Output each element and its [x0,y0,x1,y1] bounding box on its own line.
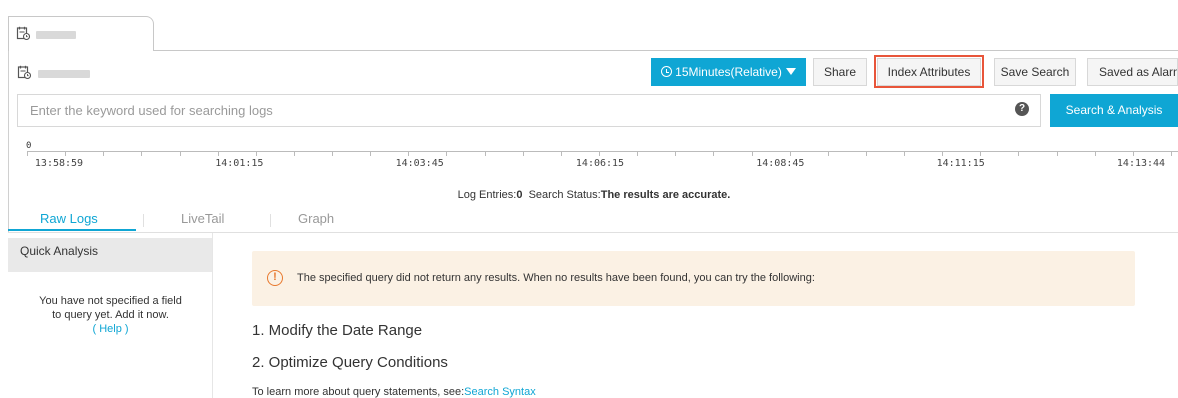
logstore-title-redacted [38,70,90,78]
search-status-value: The results are accurate. [600,189,731,201]
logstore-icon [17,65,31,79]
histogram-tick [217,151,219,156]
quick-analysis-title: Quick Analysis [8,238,213,272]
save-search-button[interactable]: Save Search [994,58,1076,86]
histogram-tick [1056,151,1058,156]
histogram-tick [980,151,982,156]
no-results-message: The specified query did not return any r… [297,272,815,284]
histogram-tick [179,151,181,156]
result-tabs: Raw Logs LiveTail Graph [8,205,1178,233]
histogram-tick [751,151,753,156]
index-attributes-button[interactable]: Index Attributes [877,58,981,86]
histogram-y-zero: 0 [26,141,32,151]
panel-divider [212,233,213,398]
logstore-icon [16,26,30,40]
histogram-x-axis [27,151,1178,152]
share-button[interactable]: Share [813,58,867,86]
tab-raw-logs[interactable]: Raw Logs [40,211,98,226]
histogram-tick [1018,151,1020,156]
histogram-tick [942,151,944,156]
help-icon[interactable]: ? [1015,102,1029,116]
histogram-tick [560,151,562,156]
warning-icon: ! [267,270,283,286]
clock-icon [661,66,673,77]
search-status-label: Search Status: [528,189,601,201]
histogram-tick [827,151,829,156]
histogram-tick [408,151,410,156]
histogram-tick-label: 14:11:15 [936,158,985,169]
learn-more-text: To learn more about query statements, se… [252,386,536,398]
quick-analysis-message-line2: to query yet. Add it now. [52,309,169,321]
quick-analysis-panel: Quick Analysis You have not specified a … [8,233,213,398]
histogram-tick [789,151,791,156]
histogram-tick-label: 14:08:45 [756,158,805,169]
caret-down-icon [785,68,796,75]
histogram-tick [65,151,67,156]
histogram-tick-label: 14:06:15 [575,158,625,169]
tab-separator [270,214,271,227]
search-syntax-link[interactable]: Search Syntax [464,386,536,398]
histogram-tick [522,151,524,156]
log-histogram[interactable]: 0 13:58:59 14:01:15 14:03:45 14:06:15 14:08:… [17,134,1178,184]
suggestion-optimize-query: 2. Optimize Query Conditions [252,354,448,371]
histogram-tick-label: 14:13:44 [1116,158,1166,169]
search-analysis-button[interactable]: Search & Analysis [1050,94,1178,127]
time-range-button[interactable]: 15Minutes(Relative) [651,58,806,86]
histogram-tick [637,151,639,156]
log-entries-label: Log Entries: [457,189,517,201]
histogram-tick [675,151,677,156]
histogram-tick [103,151,105,156]
tab-separator [143,214,144,227]
histogram-tick [865,151,867,156]
histogram-tick [1094,151,1096,156]
histogram-tick [27,151,28,156]
suggestion-modify-date-range: 1. Modify the Date Range [252,322,423,339]
help-link[interactable]: ( Help ) [8,322,213,336]
quick-analysis-message-line1: You have not specified a field [39,295,182,307]
histogram-tick-label: 14:03:45 [395,158,444,169]
logstore-name-redacted [36,31,76,39]
logstore-tab[interactable] [8,16,154,51]
histogram-tick [141,151,143,156]
histogram-tick [713,151,715,156]
histogram-tick [599,151,600,156]
tab-livetail[interactable]: LiveTail [181,211,224,226]
histogram-tick [293,151,295,156]
saved-as-alarm-button[interactable]: Saved as Alarm [1087,58,1178,86]
search-status: Log Entries:0 Search Status:The results … [0,189,1178,201]
log-entries-count: 0 [516,189,523,201]
tab-strip-border [153,50,1178,51]
histogram-tick [370,151,372,156]
histogram-tick-label: 13:58:59 [34,158,84,169]
learn-more-prefix: To learn more about query statements, se… [252,386,465,398]
active-tab-indicator [8,229,136,231]
search-input[interactable] [30,95,990,126]
quick-analysis-message: You have not specified a field to query … [8,294,213,336]
histogram-tick [446,151,448,156]
time-range-label: 15Minutes(Relative) [675,65,782,79]
tab-graph[interactable]: Graph [298,211,334,226]
histogram-tick [904,151,906,156]
histogram-tick [484,151,486,156]
histogram-tick [255,151,257,156]
histogram-tick [1171,151,1172,156]
histogram-tick-label: 14:01:15 [215,158,264,169]
search-box [17,94,1041,127]
histogram-tick [332,151,334,156]
histogram-tick [1132,151,1134,156]
